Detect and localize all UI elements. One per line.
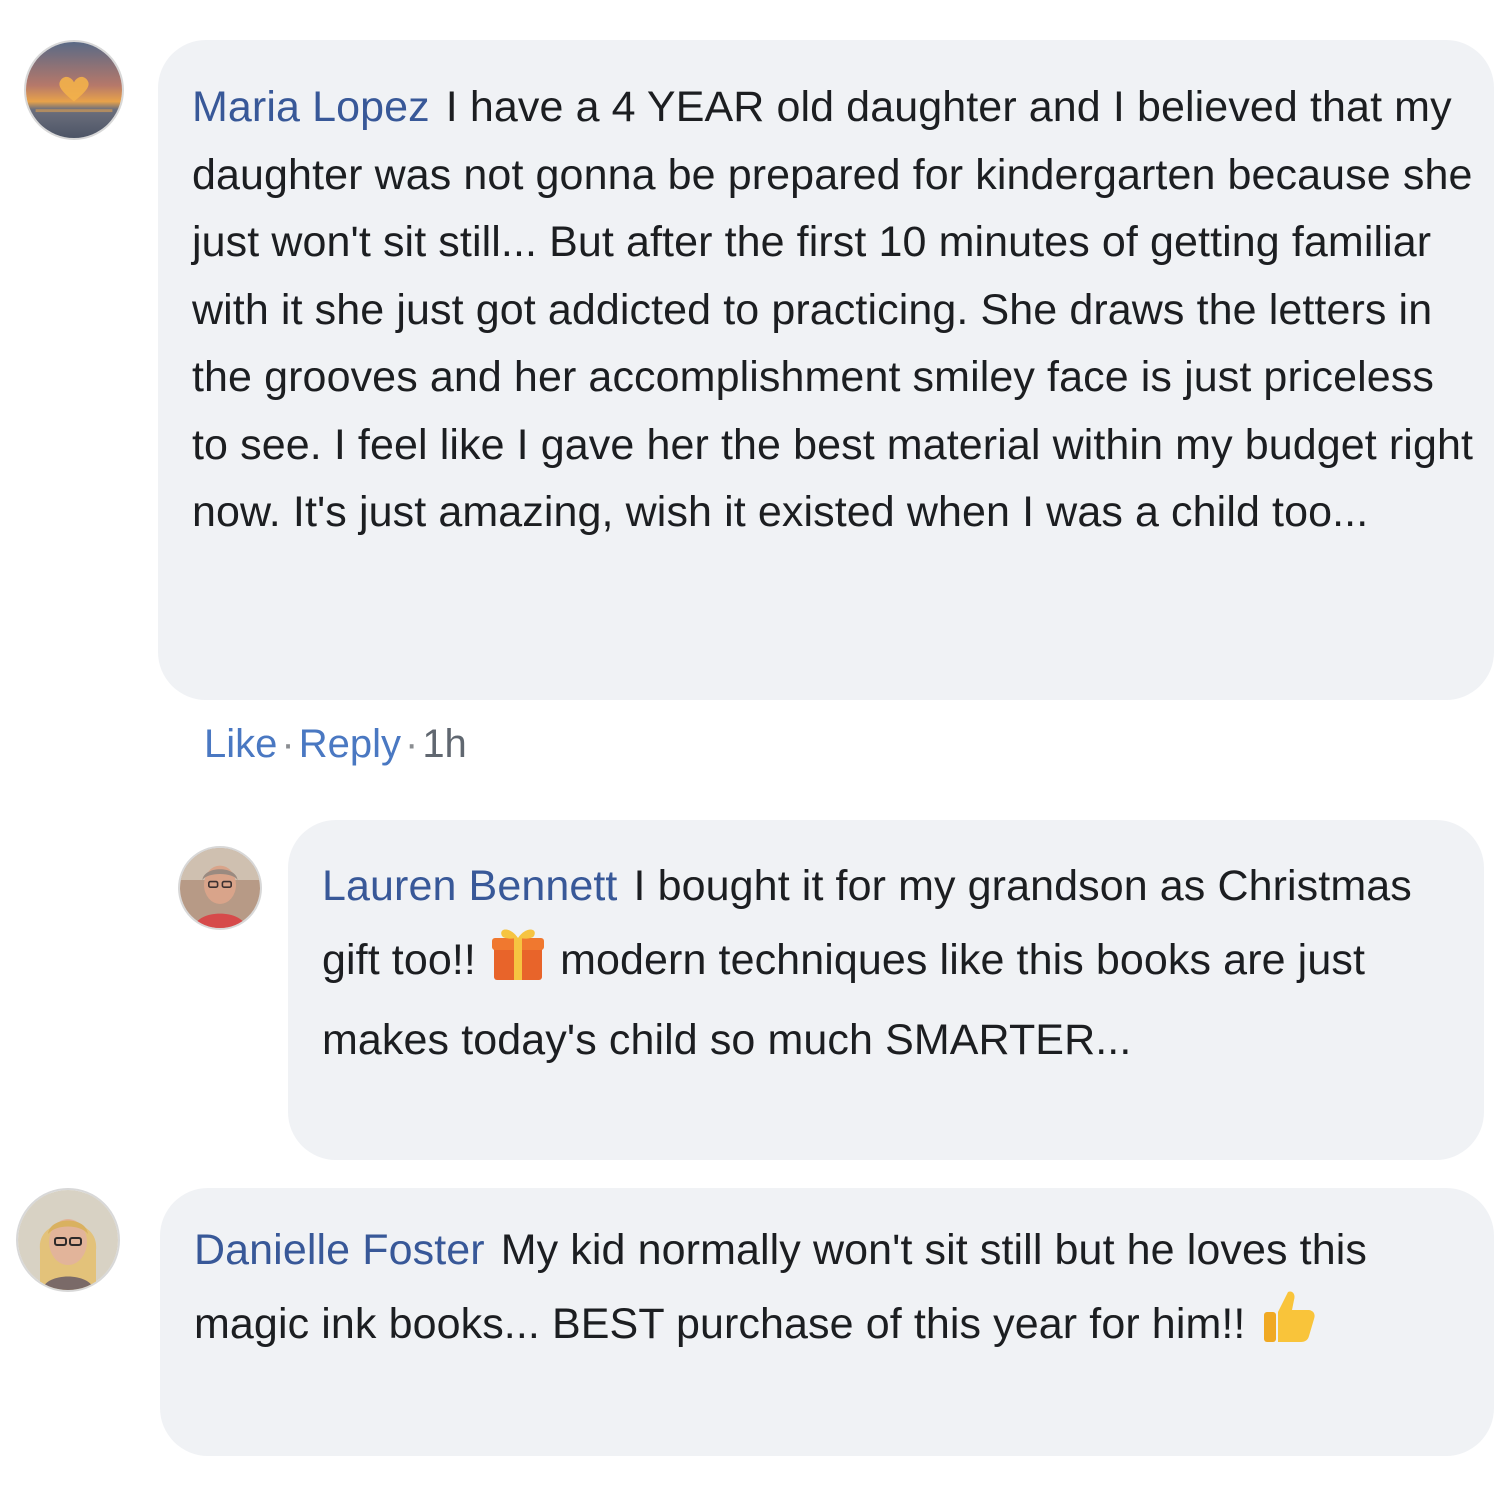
avatar-danielle-foster[interactable] <box>16 1188 120 1292</box>
comment-bubble-lauren-bennett: Lauren Bennett I bought it for my grands… <box>288 820 1484 1160</box>
avatar-lauren-bennett[interactable] <box>178 846 262 930</box>
author-name-lauren-bennett[interactable]: Lauren Bennett <box>322 862 617 910</box>
avatar-maria-lopez[interactable] <box>24 40 124 140</box>
comment-text-danielle-foster: Danielle Foster My kid normally won't si… <box>194 1214 1474 1368</box>
author-name-maria-lopez[interactable]: Maria Lopez <box>192 83 430 131</box>
comment-bubble-danielle-foster: Danielle Foster My kid normally won't si… <box>160 1188 1494 1456</box>
action-separator: · <box>404 722 419 766</box>
comment-body-maria-lopez: I have a 4 YEAR old daughter and I belie… <box>192 83 1474 536</box>
comment-body-lauren-bennett-part2: modern techniques like this books are ju… <box>322 936 1365 1064</box>
sunset-heart-avatar-icon <box>26 42 122 138</box>
comment-actions-maria-lopez: Like · Reply · 1h <box>204 722 467 767</box>
woman-blonde-avatar-icon <box>18 1190 118 1290</box>
like-link[interactable]: Like <box>204 722 277 766</box>
comment-timestamp[interactable]: 1h <box>422 722 467 766</box>
comment-text-lauren-bennett: Lauren Bennett I bought it for my grands… <box>322 850 1464 1076</box>
gift-icon <box>488 922 548 1004</box>
thumbs-up-icon <box>1258 1286 1318 1368</box>
action-separator: · <box>281 722 295 766</box>
reply-link[interactable]: Reply <box>299 722 401 766</box>
comment-bubble-maria-lopez: Maria Lopez I have a 4 YEAR old daughter… <box>158 40 1494 700</box>
woman-glasses-avatar-icon <box>180 848 260 928</box>
comment-text-maria-lopez: Maria Lopez I have a 4 YEAR old daughter… <box>192 74 1474 547</box>
author-name-danielle-foster[interactable]: Danielle Foster <box>194 1226 485 1274</box>
